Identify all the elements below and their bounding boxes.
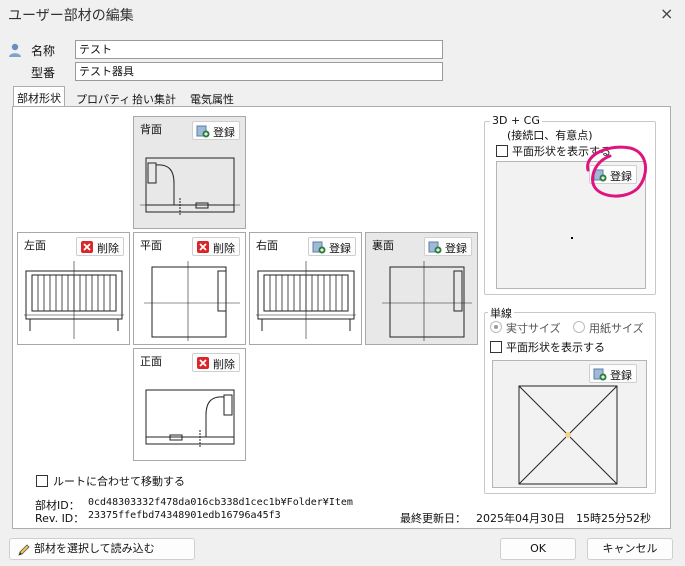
cancel-button[interactable]: キャンセル — [587, 538, 673, 560]
part-id-value: 0cd48303332f478da016cb338d1cec1b¥Folder¥… — [88, 497, 353, 508]
annotation-circle — [586, 145, 647, 198]
view-right[interactable]: 右面 登録 — [249, 232, 362, 345]
3dcg-show-plane-checkbox[interactable] — [496, 145, 508, 157]
group-single-title: 単線 — [488, 305, 514, 321]
single-line-symbol — [518, 385, 618, 485]
view-left-label: 左面 — [24, 239, 46, 252]
view-rear[interactable]: 裏面 登録 — [365, 232, 478, 345]
updated-value: 2025年04月30日 15時25分52秒 — [476, 512, 651, 525]
name-field[interactable]: テスト — [75, 40, 443, 59]
tab-aggregation[interactable]: 拾い集計 — [128, 87, 180, 106]
name-label: 名称 — [31, 44, 56, 58]
delete-icon — [81, 241, 93, 253]
origin-dot — [571, 237, 573, 239]
route-follow-checkbox[interactable] — [36, 475, 48, 487]
register-icon — [593, 368, 607, 381]
ok-button[interactable]: OK — [500, 538, 576, 560]
view-front[interactable]: 正面 削除 — [133, 348, 246, 461]
load-part-label: 部材を選択して読み込む — [34, 542, 155, 555]
rear-drawing — [382, 261, 472, 341]
right-register-label: 登録 — [329, 242, 351, 255]
left-drawing — [24, 261, 124, 339]
back-register-label: 登録 — [213, 126, 235, 139]
radio-actual-size-label: 実寸サイズ — [506, 322, 561, 335]
register-icon — [428, 241, 442, 254]
view-right-label: 右面 — [256, 239, 278, 252]
left-delete-label: 削除 — [97, 242, 119, 255]
back-drawing — [140, 157, 240, 215]
rev-id-value: 23375ffefbd74348901edb16796a45f3 — [88, 510, 281, 521]
delete-icon — [197, 241, 209, 253]
rear-register-label: 登録 — [445, 242, 467, 255]
route-follow-label: ルートに合わせて移動する — [53, 475, 185, 488]
user-part-icon — [9, 43, 21, 57]
view-rear-label: 裏面 — [372, 239, 394, 252]
register-icon — [196, 125, 210, 138]
view-left[interactable]: 左面 削除 — [17, 232, 130, 345]
radio-actual-size[interactable] — [490, 321, 502, 333]
view-plane[interactable]: 平面 削除 — [133, 232, 246, 345]
front-delete-button[interactable]: 削除 — [192, 353, 240, 372]
right-drawing — [256, 261, 356, 339]
plane-delete-button[interactable]: 削除 — [192, 237, 240, 256]
single-show-plane-checkbox[interactable] — [490, 341, 502, 353]
view-front-label: 正面 — [140, 355, 162, 368]
radio-paper-size-label: 用紙サイズ — [589, 322, 644, 335]
front-delete-label: 削除 — [213, 358, 235, 371]
group-3dcg-title: 3D + CG — [490, 114, 542, 127]
tab-electrical[interactable]: 電気属性 — [186, 87, 238, 106]
front-drawing — [145, 389, 235, 447]
load-part-button[interactable]: 部材を選択して読み込む — [9, 538, 195, 560]
single-show-plane-label: 平面形状を表示する — [506, 341, 605, 354]
tab-shape[interactable]: 部材形状 — [13, 86, 65, 107]
rear-register-button[interactable]: 登録 — [424, 237, 472, 256]
rev-id-label: Rev. ID： — [35, 512, 85, 525]
view-plane-label: 平面 — [140, 239, 162, 252]
plane-drawing — [144, 261, 240, 341]
close-button[interactable]: × — [660, 4, 673, 23]
single-register-button[interactable]: 登録 — [589, 364, 637, 383]
plane-delete-label: 削除 — [213, 242, 235, 255]
delete-icon — [197, 357, 209, 369]
register-icon — [312, 241, 326, 254]
model-label: 型番 — [31, 66, 56, 80]
radio-paper-size[interactable] — [573, 321, 585, 333]
view-back[interactable]: 背面 登録 — [133, 116, 246, 229]
updated-label: 最終更新日： — [400, 512, 466, 525]
view-back-label: 背面 — [140, 123, 162, 136]
window-title: ユーザー部材の編集 — [8, 8, 134, 24]
left-delete-button[interactable]: 削除 — [76, 237, 124, 256]
tab-properties[interactable]: プロパティ — [72, 87, 134, 106]
back-register-button[interactable]: 登録 — [192, 121, 240, 140]
right-register-button[interactable]: 登録 — [308, 237, 356, 256]
pencil-icon — [18, 544, 30, 556]
single-register-label: 登録 — [610, 369, 632, 382]
model-field[interactable]: テスト器具 — [75, 62, 443, 81]
